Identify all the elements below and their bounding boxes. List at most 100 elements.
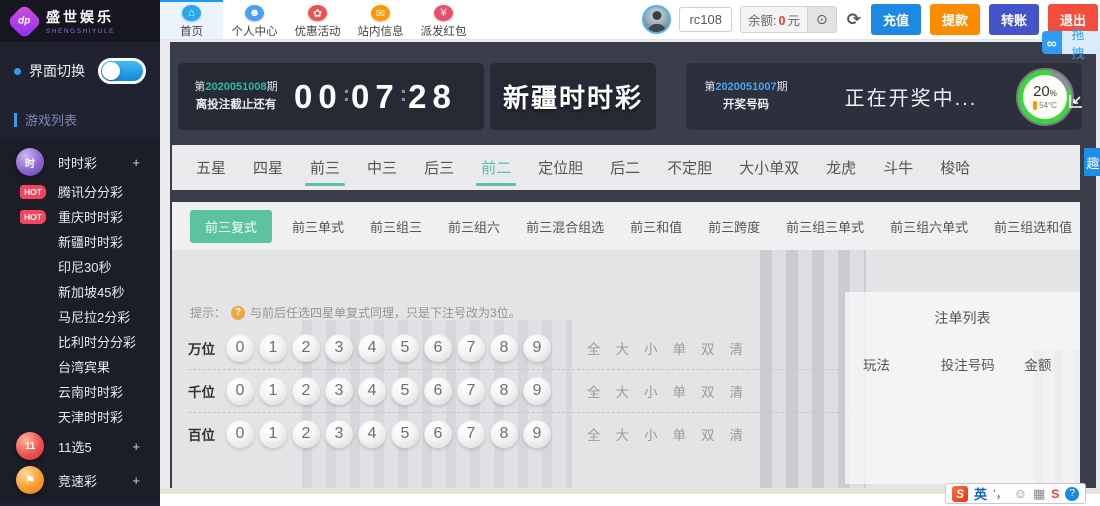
play-tab[interactable]: 不定胆: [667, 145, 712, 190]
play-subtab[interactable]: 前三组选包胆: [1092, 210, 1096, 243]
play-tab[interactable]: 龙虎: [826, 145, 856, 190]
avatar[interactable]: [642, 5, 671, 34]
sidebar-game-item[interactable]: ⚑ 竞速彩 +: [0, 463, 160, 497]
play-tab[interactable]: 后二: [610, 145, 640, 190]
expand-plus-icon[interactable]: +: [132, 439, 140, 454]
quick-select-link[interactable]: 清: [730, 338, 744, 358]
play-tab[interactable]: 定位胆: [538, 145, 583, 190]
sidebar-game-item[interactable]: 新加坡45秒: [0, 279, 160, 304]
play-subtab[interactable]: 前三组选和值: [988, 210, 1078, 243]
account-action-button[interactable]: 提款: [930, 4, 980, 35]
number-ball[interactable]: 6: [424, 334, 452, 362]
play-subtab[interactable]: 前三和值: [624, 210, 688, 243]
refresh-icon[interactable]: ⟳: [847, 10, 861, 30]
quick-select-link[interactable]: 清: [730, 424, 744, 444]
quick-select-link[interactable]: 全: [587, 424, 601, 444]
quick-select-link[interactable]: 全: [587, 338, 601, 358]
number-ball[interactable]: 9: [523, 377, 551, 405]
sidebar-game-item[interactable]: HOT 重庆时时彩: [0, 204, 160, 229]
play-tab[interactable]: 后三: [424, 145, 454, 190]
play-subtab[interactable]: 前三混合组选: [520, 210, 610, 243]
number-ball[interactable]: 2: [292, 420, 320, 448]
sidebar-game-item[interactable]: 11 11选5 +: [0, 429, 160, 463]
ime-logo-icon[interactable]: S: [952, 486, 968, 502]
nav-item[interactable]: ⌂ 首页: [160, 0, 223, 39]
number-ball[interactable]: 1: [259, 377, 287, 405]
number-ball[interactable]: 6: [424, 420, 452, 448]
play-tab[interactable]: 中三: [367, 145, 397, 190]
sidebar-game-item[interactable]: 比利时分分彩: [0, 329, 160, 354]
sidebar-game-item[interactable]: 新疆时时彩: [0, 229, 160, 254]
number-ball[interactable]: 5: [391, 377, 419, 405]
brand-logo[interactable]: dp 盛世娱乐 SHENGSHIYULE: [0, 0, 160, 42]
play-tab[interactable]: 前二: [481, 145, 511, 190]
quick-select-link[interactable]: 大: [616, 338, 630, 358]
number-ball[interactable]: 1: [259, 420, 287, 448]
sidebar-game-item[interactable]: 台湾宾果: [0, 354, 160, 379]
sidebar-game-item[interactable]: 马尼拉2分彩: [0, 304, 160, 329]
number-ball[interactable]: 7: [457, 377, 485, 405]
sidebar-game-item[interactable]: HOT 腾讯分分彩: [0, 179, 160, 204]
nav-item[interactable]: ✉ 站内信息: [349, 0, 412, 39]
account-action-button[interactable]: 充值: [871, 4, 921, 35]
fun-side-tab[interactable]: 趣: [1084, 148, 1100, 176]
quick-select-link[interactable]: 小: [644, 381, 658, 401]
quick-select-link[interactable]: 双: [701, 381, 715, 401]
number-ball[interactable]: 3: [325, 420, 353, 448]
number-ball[interactable]: 6: [424, 377, 452, 405]
number-ball[interactable]: 0: [226, 334, 254, 362]
quick-select-link[interactable]: 双: [701, 424, 715, 444]
number-ball[interactable]: 8: [490, 420, 518, 448]
play-tab[interactable]: 前三: [310, 145, 340, 190]
play-tab[interactable]: 梭哈: [940, 145, 970, 190]
quick-select-link[interactable]: 全: [587, 381, 601, 401]
play-subtab[interactable]: 前三跨度: [702, 210, 766, 243]
expand-plus-icon[interactable]: +: [132, 473, 140, 488]
number-ball[interactable]: 8: [490, 334, 518, 362]
account-action-button[interactable]: 转账: [989, 4, 1039, 35]
ime-punctuation-toggle[interactable]: ’，: [993, 485, 1008, 502]
number-ball[interactable]: 0: [226, 377, 254, 405]
keyboard-icon[interactable]: ▦: [1033, 486, 1045, 502]
help-icon[interactable]: ?: [1065, 487, 1079, 501]
expand-plus-icon[interactable]: +: [132, 155, 140, 170]
quick-select-link[interactable]: 单: [673, 338, 687, 358]
play-subtab[interactable]: 前三复式: [190, 210, 272, 243]
play-subtab[interactable]: 前三组六单式: [884, 210, 974, 243]
number-ball[interactable]: 4: [358, 420, 386, 448]
quick-select-link[interactable]: 小: [644, 424, 658, 444]
sidebar-game-item[interactable]: 时 时时彩 +: [0, 145, 160, 179]
play-subtab[interactable]: 前三组三单式: [780, 210, 870, 243]
nav-item[interactable]: ✿ 优惠活动: [286, 0, 349, 39]
quick-select-link[interactable]: 双: [701, 338, 715, 358]
number-ball[interactable]: 3: [325, 334, 353, 362]
number-ball[interactable]: 9: [523, 334, 551, 362]
quick-select-link[interactable]: 清: [730, 381, 744, 401]
nav-item[interactable]: ¥ 派发红包: [412, 0, 475, 39]
sidebar-game-item[interactable]: 云南时时彩: [0, 379, 160, 404]
ui-switch-toggle[interactable]: [98, 58, 146, 84]
play-tab[interactable]: 斗牛: [883, 145, 913, 190]
number-ball[interactable]: 5: [391, 334, 419, 362]
number-ball[interactable]: 8: [490, 377, 518, 405]
quick-select-link[interactable]: 小: [644, 338, 658, 358]
number-ball[interactable]: 9: [523, 420, 551, 448]
number-ball[interactable]: 2: [292, 377, 320, 405]
number-ball[interactable]: 7: [457, 420, 485, 448]
quick-select-link[interactable]: 单: [673, 424, 687, 444]
sidebar-game-item[interactable]: 天津时时彩: [0, 404, 160, 429]
play-tab[interactable]: 五星: [196, 145, 226, 190]
play-subtab[interactable]: 前三组六: [442, 210, 506, 243]
number-ball[interactable]: 3: [325, 377, 353, 405]
play-tab[interactable]: 大小单双: [739, 145, 799, 190]
quick-select-link[interactable]: 单: [673, 381, 687, 401]
nav-item[interactable]: ☻ 个人中心: [223, 0, 286, 39]
ime-language-toggle[interactable]: 英: [974, 484, 987, 503]
eye-icon[interactable]: ⊙: [807, 7, 836, 32]
number-ball[interactable]: 2: [292, 334, 320, 362]
emoji-icon[interactable]: ☺: [1014, 486, 1027, 501]
drag-widget[interactable]: ∞ 拖拽: [1042, 31, 1100, 54]
trend-chart-icon[interactable]: [1068, 93, 1084, 109]
number-ball[interactable]: 7: [457, 334, 485, 362]
quick-select-link[interactable]: 大: [616, 381, 630, 401]
